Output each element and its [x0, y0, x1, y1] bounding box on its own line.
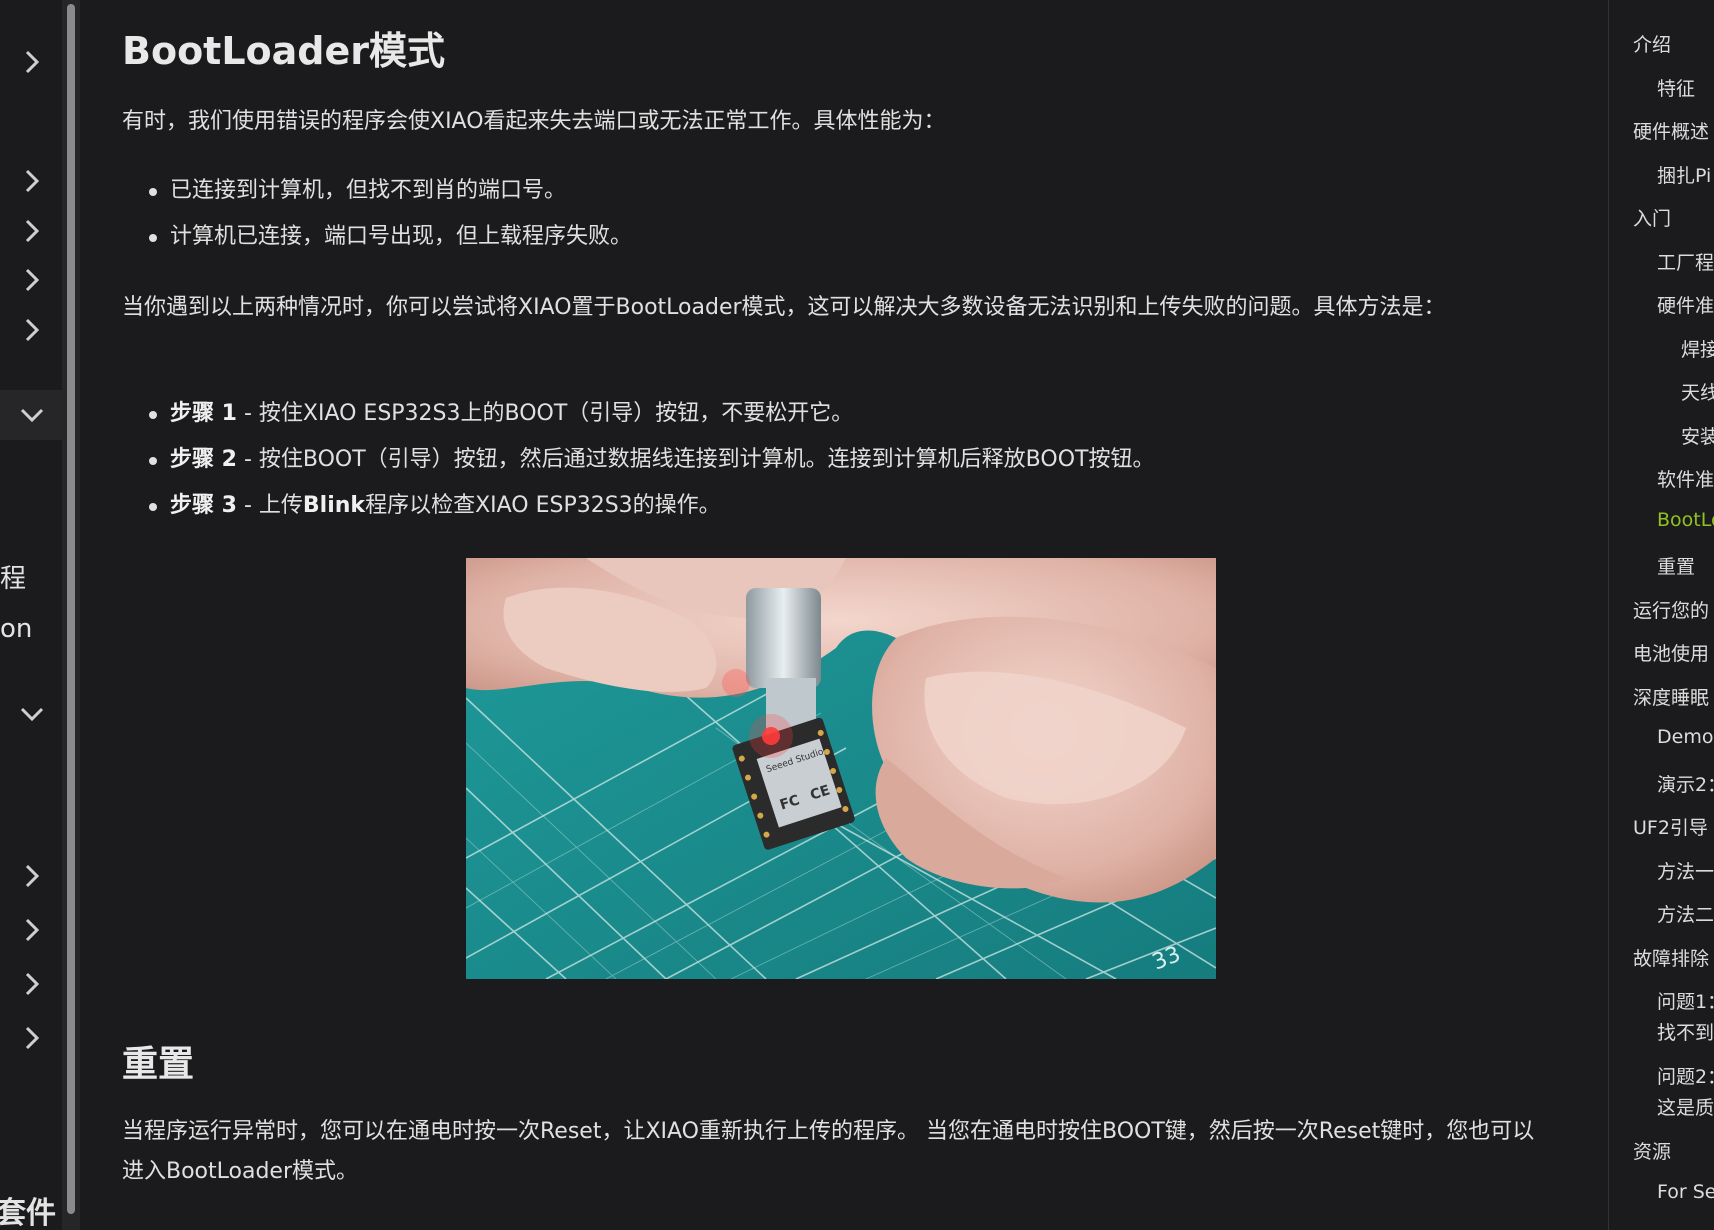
advice-paragraph: 当你遇到以上两种情况时，你可以尝试将XIAO置于BootLoader模式，这可以…	[122, 295, 1446, 320]
toc-item[interactable]: 故障排除	[1633, 944, 1709, 971]
toc-item[interactable]: 硬件准	[1657, 291, 1714, 318]
step-text: - 上传	[236, 493, 303, 518]
sidebar-scrollbar-thumb[interactable]	[67, 4, 75, 1214]
toc-item[interactable]: 工厂程	[1657, 248, 1714, 275]
toc-item[interactable]: 问题2：	[1657, 1062, 1714, 1089]
sidebar-category-label: 套件	[0, 1196, 56, 1230]
chevron-right-icon[interactable]	[16, 914, 48, 946]
section-title-reset: 重置	[122, 1044, 195, 1085]
toc-item[interactable]: 重置	[1657, 552, 1695, 579]
toc-item[interactable]: 电池使用	[1633, 639, 1709, 666]
toc-item[interactable]: 运行您的	[1633, 596, 1709, 623]
chevron-down-icon[interactable]	[16, 698, 48, 730]
step-label: 步骤 2	[170, 447, 237, 472]
step-text: - 按住XIAO ESP32S3上的BOOT（引导）按钮，不要松开它。	[236, 401, 854, 426]
article-content: BootLoader模式 有时，我们使用错误的程序会使XIAO看起来失去端口或无…	[80, 0, 1608, 1230]
intro-paragraph: 有时，我们使用错误的程序会使XIAO看起来失去端口或无法正常工作。具体性能为：	[122, 109, 946, 134]
table-of-contents: 介绍特征硬件概述捆扎Pi 入门工厂程硬件准焊接天线安装软件准 BootLo 重置运行您…	[1609, 0, 1714, 1230]
chevron-right-icon[interactable]	[16, 46, 48, 78]
list-item: 已连接到计算机，但找不到肖的端口号。	[122, 168, 632, 214]
toc-item[interactable]: 介绍	[1633, 30, 1671, 57]
toc-item[interactable]: Demo	[1657, 726, 1713, 748]
toc-item[interactable]: 方法一	[1657, 857, 1714, 884]
toc-item-continuation[interactable]: 找不到	[1657, 1018, 1714, 1045]
section-title-bootloader: BootLoader模式	[122, 29, 446, 73]
chevron-right-icon[interactable]	[16, 860, 48, 892]
toc-item[interactable]: 问题1：	[1657, 987, 1714, 1014]
toc-item[interactable]: 硬件概述	[1633, 117, 1709, 144]
toc-item[interactable]: 安装	[1681, 422, 1714, 449]
toc-item[interactable]: UF2引导	[1633, 813, 1708, 840]
toc-item[interactable]: 资源	[1633, 1137, 1671, 1164]
list-item: 步骤 1 - 按住XIAO ESP32S3上的BOOT（引导）按钮，不要松开它。	[122, 391, 1154, 437]
symptom-list: 已连接到计算机，但找不到肖的端口号。 计算机已连接，端口号出现，但上载程序失败。	[122, 168, 632, 260]
program-name: Blink	[302, 493, 366, 518]
toc-item[interactable]: 捆扎Pi	[1657, 161, 1711, 188]
steps-list: 步骤 1 - 按住XIAO ESP32S3上的BOOT（引导）按钮，不要松开它。…	[122, 391, 1154, 529]
list-item: 步骤 2 - 按住BOOT（引导）按钮，然后通过数据线连接到计算机。连接到计算机…	[122, 437, 1154, 483]
toc-item[interactable]: 方法二	[1657, 900, 1714, 927]
step-text: - 按住BOOT（引导）按钮，然后通过数据线连接到计算机。连接到计算机后释放BO…	[236, 447, 1155, 472]
toc-item[interactable]: 天线	[1681, 378, 1714, 405]
list-item: 计算机已连接，端口号出现，但上载程序失败。	[122, 214, 632, 260]
step-label: 步骤 3	[170, 493, 237, 518]
chevron-right-icon[interactable]	[16, 264, 48, 296]
sidebar-item-label[interactable]: on	[0, 614, 32, 644]
left-sidebar: 程 on 套件	[0, 0, 62, 1230]
chevron-right-icon[interactable]	[16, 1022, 48, 1054]
step-label: 步骤 1	[170, 401, 237, 426]
step-text: 程序以检查XIAO ESP32S3的操作。	[365, 493, 721, 518]
reset-paragraph: 当程序运行异常时，您可以在通电时按一次Reset，让XIAO重新执行上传的程序。…	[122, 1119, 1535, 1184]
toc-item[interactable]: 特征	[1657, 74, 1695, 101]
list-item: 步骤 3 - 上传Blink程序以检查XIAO ESP32S3的操作。	[122, 483, 1154, 529]
toc-item[interactable]: 焊接	[1681, 335, 1714, 362]
chevron-down-icon[interactable]	[16, 399, 48, 431]
toc-item-continuation[interactable]: 这是质	[1657, 1093, 1714, 1120]
toc-item[interactable]: 入门	[1633, 204, 1671, 231]
chevron-right-icon[interactable]	[16, 968, 48, 1000]
sidebar-item-label[interactable]: 程	[0, 558, 26, 595]
xiao-bootloader-photo: 33 Seeed Studio FC CE	[465, 558, 1217, 980]
toc-item[interactable]: 演示2：	[1657, 770, 1714, 797]
toc-item[interactable]: BootLo	[1657, 509, 1714, 531]
toc-item[interactable]: 软件准	[1657, 465, 1714, 492]
chevron-right-icon[interactable]	[16, 165, 48, 197]
chevron-right-icon[interactable]	[16, 314, 48, 346]
toc-item[interactable]: For Se	[1657, 1181, 1714, 1203]
chevron-right-icon[interactable]	[16, 215, 48, 247]
toc-item[interactable]: 深度睡眠	[1633, 683, 1709, 710]
